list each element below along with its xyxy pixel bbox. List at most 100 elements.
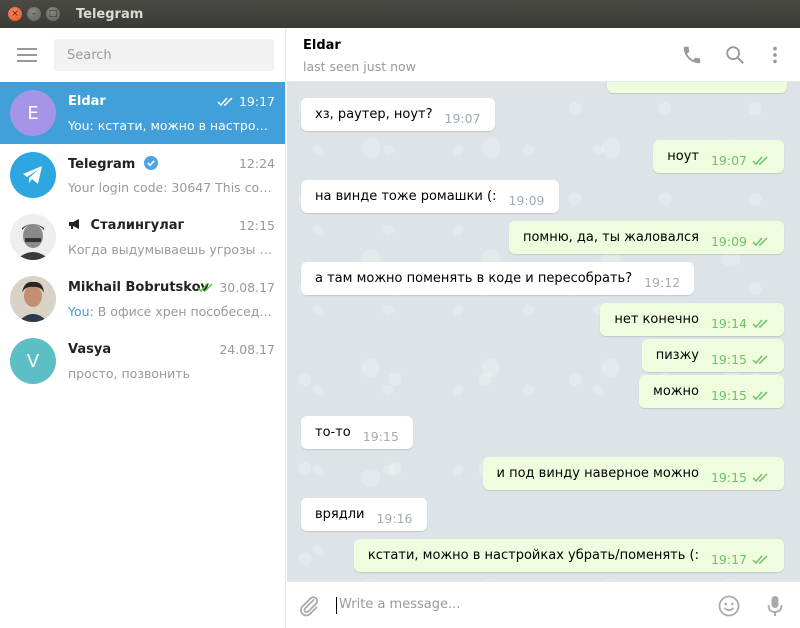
message-text: хз, раутер, ноут? [315, 107, 433, 122]
message-text: и под винду наверное можно [496, 466, 699, 481]
chat-item-telegram[interactable]: Telegram 12:24 Your login code: 30647 Th… [0, 144, 285, 206]
message-time: 19:09 [508, 193, 545, 208]
message-bubble: помню, да, ты жаловался 19:09 [508, 221, 784, 254]
message-text: ноут [667, 149, 699, 164]
title-bar: × – □ Telegram [0, 0, 800, 28]
telegram-logo-icon [10, 152, 56, 198]
message-text: кстати, можно в настройках убрать/поменя… [367, 548, 699, 563]
message-bubble: врядли 19:16 [301, 498, 427, 531]
message-time: 19:09 [710, 234, 747, 249]
message-bubble: нет конечно 19:14 [600, 303, 784, 336]
message-time: 19:15 [710, 352, 747, 367]
chat-time: 12:15 [238, 218, 275, 233]
message-text: а там можно поменять в коде и пересобрат… [315, 271, 633, 286]
message-time: 19:12 [644, 275, 681, 290]
message-time: 19:15 [710, 470, 747, 485]
chat-time: 30.08.17 [197, 280, 275, 295]
double-check-icon [752, 472, 768, 482]
message-time: 19:14 [710, 316, 747, 331]
stalin-portrait [10, 214, 56, 260]
chat-name: Vasya [68, 342, 112, 357]
message-bubble: а там можно поменять в коде и пересобрат… [301, 262, 695, 295]
chat-preview: You: кстати, можно в настройках убрать/п… [68, 118, 275, 133]
chat-preview: просто, позвонить [68, 366, 190, 381]
message-bubble: и под винду наверное можно 19:15 [482, 457, 784, 490]
message-bubble: то-то 19:15 [301, 416, 413, 449]
double-check-icon [752, 390, 768, 400]
message-bubble: хз, раутер, ноут? 19:07 [301, 98, 495, 131]
message-bubble: на винде тоже ромашки (: 19:09 [301, 180, 559, 213]
peer-name[interactable]: Eldar [303, 38, 341, 53]
avatar: E [10, 90, 56, 136]
megaphone-icon [69, 219, 79, 229]
chat-time: 24.08.17 [219, 342, 275, 357]
message-time: 19:17 [710, 552, 747, 567]
message-text: то-то [315, 425, 351, 440]
message-text: можно [653, 384, 699, 399]
message-input[interactable]: Write a message... [339, 597, 460, 612]
chat-name-label: Telegram [68, 157, 136, 172]
chat-name: Сталингулаг [68, 218, 184, 233]
chat-name: Mikhail Bobrutskov [68, 280, 209, 295]
chat-item-mikhail-bobrutskov[interactable]: Mikhail Bobrutskov 30.08.17 You: В офисе… [0, 268, 285, 330]
message-bubble: ноут 19:07 [653, 140, 784, 173]
you-prefix: You: [68, 304, 94, 319]
verified-icon [143, 156, 158, 170]
message-text: помню, да, ты жаловался [522, 230, 699, 245]
chat-time: 12:24 [238, 156, 275, 171]
microphone-icon[interactable] [765, 594, 785, 618]
more-options-icon[interactable] [764, 44, 786, 66]
chat-preview: You: В офисе хрен пособеседуешь нормальн… [68, 304, 275, 319]
message-history[interactable]: хз, раутер, ноут? 19:07 ноут 19:07 на ви… [287, 82, 800, 581]
double-check-icon [217, 96, 233, 106]
paperclip-icon[interactable] [297, 594, 321, 618]
message-time: 19:15 [710, 388, 747, 403]
message-text: нет конечно [614, 312, 699, 327]
chat-item-stalingulag[interactable]: Сталингулаг 12:15 Когда выдумываешь угро… [0, 206, 285, 268]
window-title: Telegram [76, 6, 144, 22]
message-text: врядли [315, 507, 365, 522]
chat-time: 19:17 [217, 94, 275, 109]
chat-name: Telegram [68, 156, 158, 172]
message-time: 19:16 [376, 511, 413, 526]
chat-item-vasya[interactable]: V Vasya 24.08.17 просто, позвонить [0, 330, 285, 392]
double-check-icon [752, 318, 768, 328]
maximize-window-button[interactable]: □ [46, 7, 60, 21]
message-time: 19:15 [362, 429, 399, 444]
text-cursor [336, 597, 337, 614]
search-icon[interactable] [724, 44, 746, 66]
chat-time-label: 19:17 [238, 94, 275, 109]
chat-time-label: 30.08.17 [219, 280, 275, 295]
message-time: 19:07 [444, 111, 481, 126]
close-window-button[interactable]: × [8, 7, 22, 21]
message-composer: Write a message... [287, 581, 800, 628]
conversation-header: Eldar last seen just now [287, 28, 800, 82]
message-bubble: можно 19:15 [639, 375, 784, 408]
search-input[interactable]: Search [54, 39, 274, 71]
message-text: на винде тоже ромашки (: [315, 189, 497, 204]
menu-icon[interactable] [0, 28, 54, 82]
double-check-icon [197, 282, 213, 292]
message-bubble-partial [607, 82, 787, 93]
chat-list-sidebar: Search E Eldar 19:17 You: кстати, можно … [0, 28, 286, 628]
chat-preview-text: В офисе хрен пособеседуешь нормально [97, 304, 275, 319]
sidebar-header: Search [0, 28, 285, 82]
chat-preview: Когда выдумываешь угрозы и опасности [68, 242, 275, 257]
message-time: 19:07 [710, 153, 747, 168]
message-bubble: пизжу 19:15 [641, 339, 784, 372]
double-check-icon [752, 554, 768, 564]
peer-status: last seen just now [303, 59, 416, 74]
double-check-icon [752, 354, 768, 364]
conversation-pane: Eldar last seen just now хз, раутер, ноу… [287, 28, 800, 628]
message-bubble: кстати, можно в настройках убрать/поменя… [353, 539, 784, 572]
double-check-icon [752, 155, 768, 165]
minimize-window-button[interactable]: – [27, 7, 41, 21]
person-photo [10, 276, 56, 322]
double-check-icon [752, 236, 768, 246]
chat-preview: Your login code: 30647 This code can be … [68, 180, 275, 195]
phone-icon[interactable] [681, 44, 703, 66]
avatar: V [10, 338, 56, 384]
chat-item-eldar[interactable]: E Eldar 19:17 You: кстати, можно в настр… [0, 82, 285, 144]
chat-name-label: Сталингулаг [90, 218, 185, 233]
emoji-icon[interactable] [717, 594, 741, 618]
